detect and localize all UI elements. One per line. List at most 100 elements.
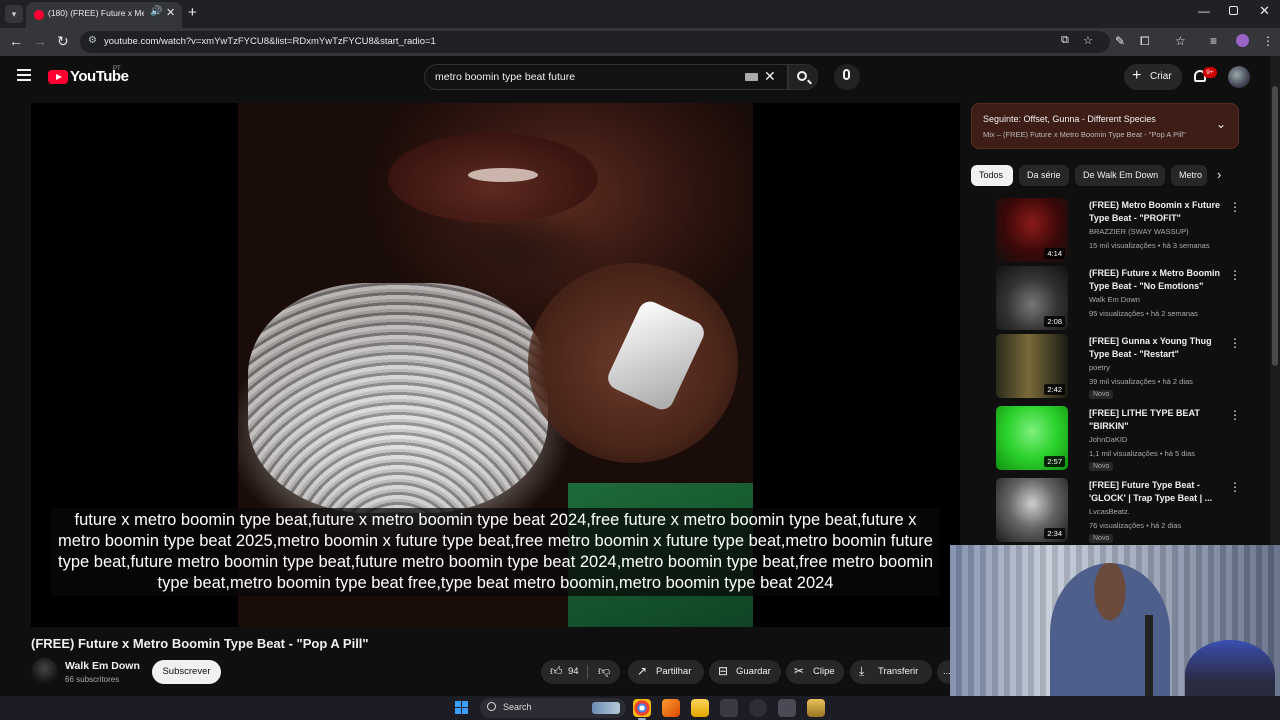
- search-query-text[interactable]: metro boomin type beat future: [435, 71, 575, 83]
- back-arrow-icon[interactable]: ←: [9, 33, 23, 49]
- channel-name[interactable]: LvcasBeatz.: [1089, 507, 1130, 516]
- keyboard-icon[interactable]: [745, 73, 758, 81]
- tab-search-button[interactable]: ▾: [5, 5, 23, 23]
- chrome-taskbar-icon[interactable]: [633, 699, 651, 720]
- chip-de-walk-em-down[interactable]: De Walk Em Down: [1075, 165, 1165, 186]
- video-title[interactable]: (FREE) Future x Metro Boomin Type Beat -…: [1089, 267, 1227, 293]
- url-text[interactable]: youtube.com/watch?v=xmYwTzFYCU8&list=RDx…: [104, 36, 436, 47]
- create-button[interactable]: + Criar: [1124, 64, 1182, 90]
- browser-tab-active[interactable]: (180) (FREE) Future x Metro 🔊 ✕: [26, 2, 182, 28]
- search-input[interactable]: metro boomin type beat future ✕: [424, 64, 788, 90]
- os-taskbar: Search: [0, 696, 1280, 720]
- bookmark-star-icon[interactable]: ☆: [1083, 34, 1093, 47]
- video-player[interactable]: future x metro boomin type beat,future x…: [31, 103, 960, 627]
- like-count[interactable]: 94: [568, 666, 579, 677]
- window-minimize-button[interactable]: —: [1198, 4, 1210, 18]
- video-thumbnail[interactable]: 2:08: [996, 266, 1068, 330]
- channel-name[interactable]: Walk Em Down: [1089, 295, 1140, 304]
- channel-avatar[interactable]: [31, 658, 58, 685]
- video-title[interactable]: (FREE) Metro Boomin x Future Type Beat -…: [1089, 199, 1227, 225]
- share-arrow-icon: ↗: [637, 664, 648, 678]
- video-title[interactable]: [FREE] LITHE TYPE BEAT "BIRKIN": [1089, 407, 1227, 433]
- channel-name[interactable]: BRAZZIER (SWAY WASSUP): [1089, 227, 1189, 236]
- more-options-icon[interactable]: ⋮: [1229, 268, 1241, 282]
- browser-profile-avatar[interactable]: [1236, 34, 1249, 47]
- video-duration: 2:08: [1044, 316, 1065, 327]
- reload-icon[interactable]: ↻: [57, 33, 69, 50]
- taskbar-search-box[interactable]: Search: [480, 698, 626, 718]
- list-item[interactable]: 4:14 (FREE) Metro Boomin x Future Type B…: [971, 198, 1241, 266]
- list-item[interactable]: 2:42 [FREE] Gunna x Young Thug Type Beat…: [971, 334, 1241, 402]
- video-thumbnail[interactable]: 2:34: [996, 478, 1068, 542]
- window-close-button[interactable]: ✕: [1259, 3, 1270, 19]
- steam-taskbar-icon[interactable]: [720, 699, 738, 717]
- speaker-icon[interactable]: 🔊: [150, 6, 162, 17]
- search-button[interactable]: [788, 64, 818, 90]
- window-restore-button[interactable]: [1229, 6, 1238, 15]
- list-item[interactable]: 2:57 [FREE] LITHE TYPE BEAT "BIRKIN" Joh…: [971, 406, 1241, 474]
- new-badge: Novo: [1089, 534, 1114, 543]
- thumbs-up-icon[interactable]: 👍︎: [550, 664, 563, 679]
- share-button[interactable]: ↗ Partilhar: [628, 660, 704, 684]
- microphone-icon: [843, 69, 850, 80]
- up-next-subtitle: Mix – (FREE) Future x Metro Boomin Type …: [983, 130, 1186, 139]
- video-meta: 15 mil visualizações • há 3 semanas: [1089, 241, 1210, 250]
- webcam-microphone-stand: [1145, 615, 1153, 696]
- youtube-logo-icon[interactable]: [48, 70, 68, 84]
- video-title[interactable]: [FREE] Future Type Beat - 'GLOCK' | Trap…: [1089, 479, 1227, 505]
- chip-metro[interactable]: Metro: [1171, 165, 1207, 186]
- new-tab-button[interactable]: +: [188, 4, 197, 21]
- windows-start-icon[interactable]: [455, 701, 469, 715]
- cast-icon[interactable]: ⧉: [1061, 34, 1069, 47]
- site-info-icon[interactable]: ⚙: [88, 35, 97, 46]
- search-highlight-icon: [592, 702, 620, 714]
- chevron-right-icon[interactable]: ›: [1217, 167, 1221, 182]
- reading-list-icon[interactable]: ≡: [1210, 34, 1217, 48]
- bookmarks-icon[interactable]: ☆: [1175, 34, 1186, 48]
- file-explorer-taskbar-icon[interactable]: [691, 699, 709, 717]
- create-label: Criar: [1150, 71, 1172, 82]
- search-icon: [487, 702, 496, 711]
- download-button[interactable]: ⤓ Transferir: [850, 660, 932, 684]
- chevron-down-icon[interactable]: ⌄: [1216, 117, 1226, 131]
- video-thumbnail[interactable]: 4:14: [996, 198, 1068, 262]
- scrollbar-thumb[interactable]: [1272, 86, 1278, 366]
- more-options-icon[interactable]: ⋮: [1229, 408, 1241, 422]
- video-meta: 95 visualizações • há 2 semanas: [1089, 309, 1198, 318]
- app-taskbar-icon[interactable]: [807, 699, 825, 717]
- browser-tab-strip: ▾ (180) (FREE) Future x Metro 🔊 ✕ + — ✕: [0, 0, 1280, 28]
- chip-da-serie[interactable]: Da série: [1019, 165, 1069, 186]
- youtube-favicon-icon: [34, 10, 44, 20]
- more-options-icon[interactable]: ⋮: [1229, 200, 1241, 214]
- more-options-icon[interactable]: ⋮: [1229, 336, 1241, 350]
- brave-taskbar-icon[interactable]: [662, 699, 680, 717]
- voice-search-button[interactable]: [834, 64, 860, 90]
- account-avatar[interactable]: [1228, 66, 1250, 88]
- subscribe-button[interactable]: Subscrever: [152, 660, 221, 684]
- video-thumbnail[interactable]: 2:57: [996, 406, 1068, 470]
- channel-name[interactable]: Walk Em Down: [65, 660, 140, 672]
- channel-name[interactable]: JohnDaKID: [1089, 435, 1127, 444]
- video-thumbnail[interactable]: 2:42: [996, 334, 1068, 398]
- save-button[interactable]: ⊟ Guardar: [709, 660, 781, 684]
- channel-name[interactable]: poetry: [1089, 363, 1110, 372]
- list-item[interactable]: 2:08 (FREE) Future x Metro Boomin Type B…: [971, 266, 1241, 334]
- clip-button[interactable]: ✂ Clipe: [786, 660, 844, 684]
- clear-search-icon[interactable]: ✕: [764, 68, 776, 85]
- hamburger-menu-icon[interactable]: [17, 69, 31, 81]
- obs-taskbar-icon[interactable]: [749, 699, 767, 717]
- tab-close-icon[interactable]: ✕: [166, 6, 175, 19]
- up-next-panel[interactable]: Seguinte: Offset, Gunna - Different Spec…: [971, 103, 1239, 149]
- more-options-icon[interactable]: ⋮: [1229, 480, 1241, 494]
- country-code: PT: [113, 66, 121, 72]
- chip-todos[interactable]: Todos: [971, 165, 1013, 186]
- thumbs-down-icon[interactable]: 👎︎: [598, 664, 610, 679]
- extensions-puzzle-icon[interactable]: ⧠: [1140, 34, 1150, 49]
- calculator-taskbar-icon[interactable]: [778, 699, 796, 717]
- browser-menu-icon[interactable]: ⋮: [1262, 34, 1274, 48]
- video-title[interactable]: [FREE] Gunna x Young Thug Type Beat - "R…: [1089, 335, 1227, 361]
- address-bar[interactable]: ⚙ youtube.com/watch?v=xmYwTzFYCU8&list=R…: [80, 31, 1110, 53]
- extension-pen-icon[interactable]: ✎: [1115, 34, 1125, 48]
- forward-arrow-icon[interactable]: →: [33, 33, 47, 49]
- list-item[interactable]: 2:34 [FREE] Future Type Beat - 'GLOCK' |…: [971, 478, 1241, 546]
